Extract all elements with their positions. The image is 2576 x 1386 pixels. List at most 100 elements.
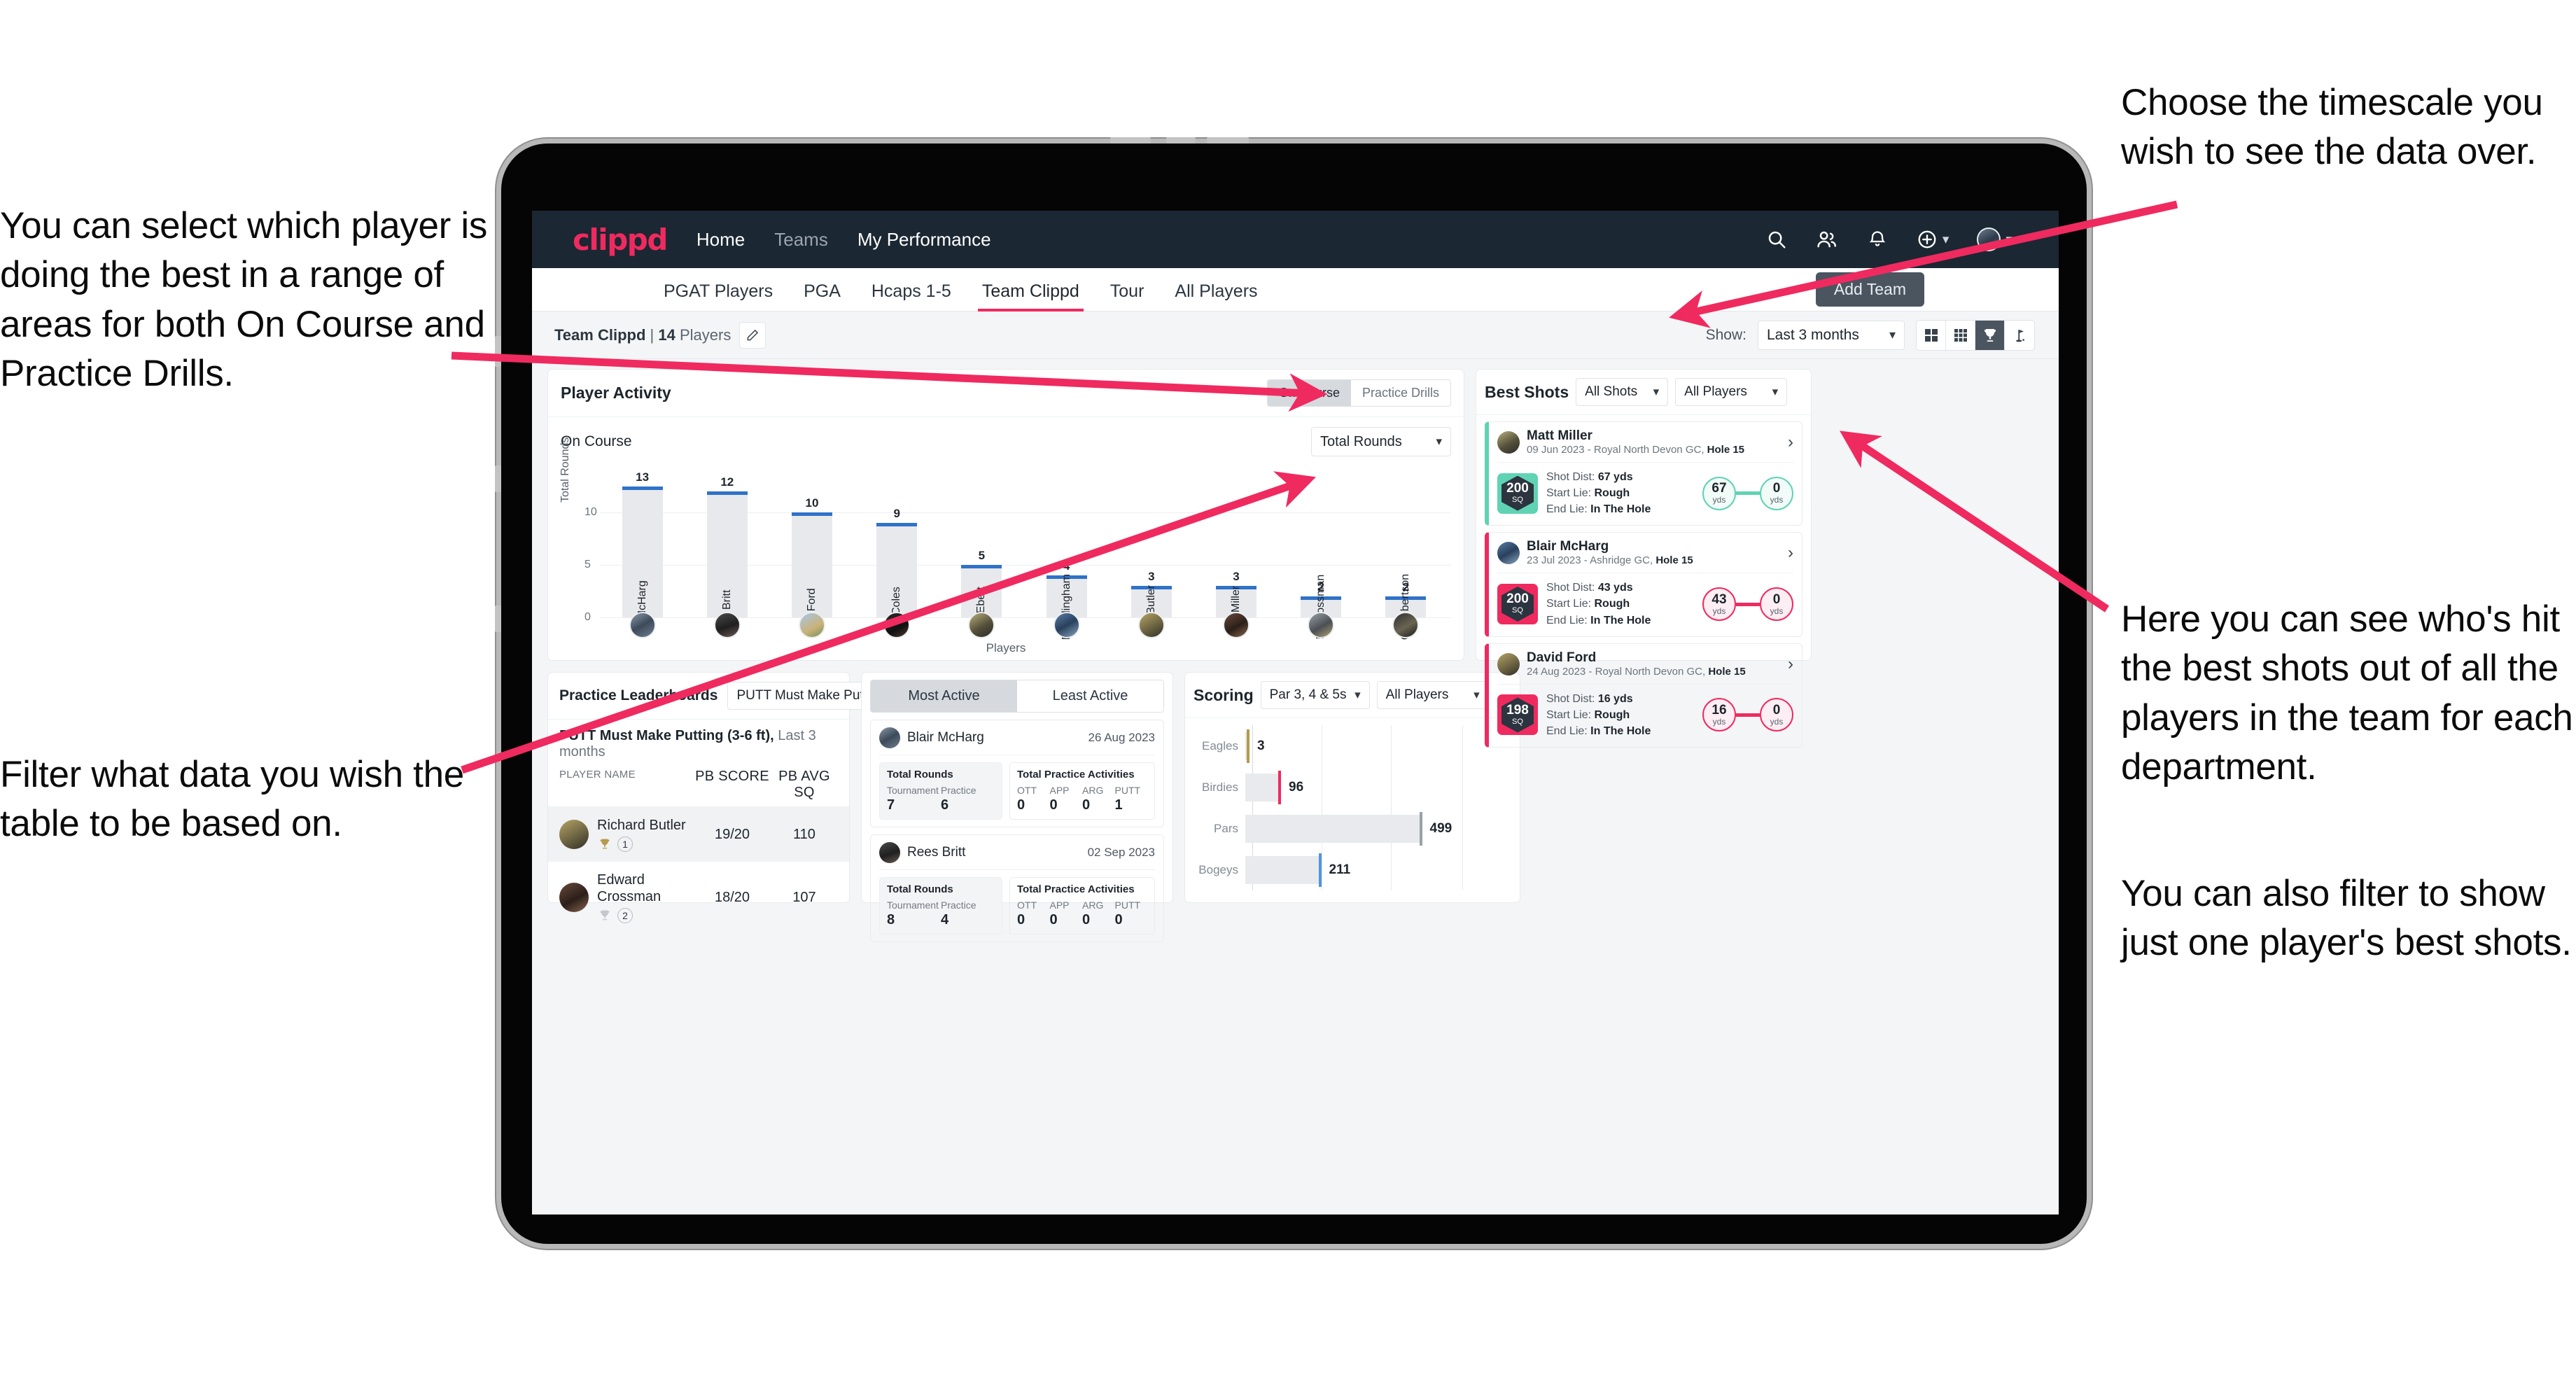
end-lie-line: End Lie: In The Hole <box>1546 723 1651 739</box>
people-icon[interactable] <box>1816 228 1838 251</box>
best-shot-card[interactable]: David Ford 24 Aug 2023 - Royal North Devo… <box>1485 643 1802 748</box>
best-shot-card[interactable]: Blair McHarg 23 Jul 2023 - Ashridge GC, H… <box>1485 532 1802 637</box>
leaderboard-pb-avg-sq: 107 <box>792 889 816 905</box>
best-shots-shot-filter[interactable]: All Shots ▾ <box>1576 378 1669 406</box>
chart-bar-column[interactable]: 3 M. Miller <box>1194 470 1278 628</box>
start-lie-value: Rough <box>1594 598 1630 610</box>
chart-bar-column[interactable]: 10 D. Ford <box>769 470 854 626</box>
metric-select[interactable]: Total Rounds ▾ <box>1311 427 1451 456</box>
avatar[interactable] <box>1308 612 1335 638</box>
add-team-button[interactable]: Add Team <box>1815 272 1924 307</box>
best-shots-player-filter[interactable]: All Players ▾ <box>1675 378 1788 406</box>
chart-bar-column[interactable]: 3 R. Butler <box>1109 470 1194 629</box>
bell-icon[interactable] <box>1866 228 1889 251</box>
view-toggle-grid-2x2[interactable] <box>1917 320 1946 350</box>
best-shot-identity: Blair McHarg 23 Jul 2023 - Ashridge GC, H… <box>1527 539 1693 567</box>
rounds-metric: Tournament 8 <box>887 899 941 928</box>
chart-bar-column[interactable]: 5 E. Ebert <box>939 470 1024 627</box>
total-practice-title: Total Practice Activities <box>1017 769 1135 780</box>
avatar[interactable]: ▾ <box>1977 227 2012 251</box>
avatar[interactable] <box>799 612 825 638</box>
leaderboard-row[interactable]: Richard Butler 1 19/20 110 <box>548 807 849 862</box>
tab-hcaps-1-5[interactable]: Hcaps 1-5 <box>872 281 951 311</box>
scoring-par-filter[interactable]: Par 3, 4 & 5s ▾ <box>1260 681 1370 709</box>
timescale-select[interactable]: Last 3 months ▾ <box>1758 320 1905 350</box>
scoring-player-filter[interactable]: All Players ▾ <box>1376 681 1489 709</box>
leaderboard-rank-number: 1 <box>617 836 633 852</box>
scoring-bar[interactable] <box>1245 729 1250 763</box>
scoring-bar[interactable] <box>1245 811 1422 846</box>
nav-link-teams[interactable]: Teams <box>774 229 828 251</box>
avatar[interactable] <box>968 612 995 638</box>
activity-player-card[interactable]: Blair McHarg 26 Aug 2023 Total Rounds Tourn… <box>870 720 1164 827</box>
view-toggle-grid-3x3[interactable] <box>1946 320 1975 350</box>
avatar[interactable] <box>1392 612 1420 638</box>
avatar[interactable] <box>1223 612 1250 638</box>
clippd-logo[interactable]: clippd <box>573 223 668 257</box>
scoring-bar[interactable] <box>1245 770 1281 804</box>
activity-player-card[interactable]: Rees Britt 02 Sep 2023 Total Rounds Tournam… <box>870 834 1164 942</box>
edit-team-button[interactable] <box>739 321 766 349</box>
avatar[interactable] <box>629 612 656 638</box>
leaderboard-drill-select[interactable]: PUTT Must Make Putting ... ▾ <box>727 682 911 710</box>
end-lie-label: End Lie: <box>1546 614 1591 626</box>
avatar[interactable] <box>1053 612 1080 638</box>
view-toggle-golf-flag[interactable] <box>2005 321 2034 350</box>
device-volume-down <box>495 606 501 632</box>
best-shots-card: Best Shots All Shots ▾ All Players ▾ Mat… <box>1476 369 1812 748</box>
best-shot-card[interactable]: Matt Miller 09 Jun 2023 - Royal North Dev… <box>1485 421 1802 526</box>
chart-bar-column[interactable]: 12 R. Britt <box>685 470 769 624</box>
chart-bar-column[interactable]: 4 D. Billingham <box>1024 470 1109 640</box>
chart-bar[interactable]: R. Britt <box>706 491 748 624</box>
best-shot-hole: Hole 15 <box>1656 554 1693 567</box>
chart-bar[interactable]: J. Coles <box>876 523 918 627</box>
start-lie-line: Start Lie: Rough <box>1546 485 1651 501</box>
segment-on-course[interactable]: On Course <box>1267 380 1351 406</box>
chart-bar[interactable]: E. Ebert <box>961 565 1002 627</box>
chart-bar[interactable]: B. McHarg <box>622 486 663 634</box>
practice-metric-value: 0 <box>1114 912 1123 927</box>
chevron-right-icon[interactable]: › <box>1788 654 1793 674</box>
nav-link-home[interactable]: Home <box>696 229 745 251</box>
chart-bar-column[interactable]: 9 J. Coles <box>855 470 939 627</box>
start-lie-label: Start Lie: <box>1546 708 1595 721</box>
tab-most-active[interactable]: Most Active <box>871 680 1017 712</box>
avatar[interactable] <box>1138 612 1165 638</box>
avatar[interactable] <box>883 612 911 638</box>
golf-flag-icon <box>2016 329 2024 342</box>
plus-circle-icon[interactable]: ▾ <box>1917 228 1949 251</box>
chevron-right-icon[interactable]: › <box>1788 433 1793 452</box>
scoring-row[interactable]: Eagles 3 <box>1191 725 1508 766</box>
tab-team-clippd[interactable]: Team Clippd <box>977 281 1084 312</box>
tablet-device-frame: clippd Home Teams My Performance ▾ ▾ PGA… <box>495 137 2087 1244</box>
avatar[interactable] <box>713 612 741 638</box>
chart-bar[interactable]: D. Ford <box>792 512 832 626</box>
search-icon[interactable] <box>1765 228 1788 251</box>
chart-bar[interactable]: D. Billingham <box>1046 574 1087 640</box>
hexagon-icon: 200 SQ <box>1502 587 1534 622</box>
leaderboard-row[interactable]: Edward Crossman 2 18/20 107 <box>548 862 849 933</box>
players-word: Players <box>679 326 732 344</box>
chevron-down-icon: ▾ <box>1474 688 1480 701</box>
tab-pga[interactable]: PGA <box>804 281 841 311</box>
view-toggle-trophy[interactable] <box>1975 320 2005 350</box>
chevron-down-icon[interactable]: ▾ <box>2005 232 2012 248</box>
tab-pgat-players[interactable]: PGAT Players <box>664 281 773 311</box>
chart-bar-column[interactable]: 2 E. Crossman <box>1279 470 1364 639</box>
tab-tour[interactable]: Tour <box>1110 281 1144 311</box>
end-lie-label: End Lie: <box>1546 503 1591 516</box>
chart-bar-column[interactable]: 13 B. McHarg <box>600 470 685 634</box>
scoring-row[interactable]: Bogeys 211 <box>1191 849 1508 890</box>
nav-link-my-performance[interactable]: My Performance <box>858 229 991 251</box>
scoring-row[interactable]: Birdies 96 <box>1191 766 1508 808</box>
column-pb-score: PB SCORE <box>695 769 769 784</box>
chevron-right-icon[interactable]: › <box>1788 543 1793 563</box>
scoring-bar[interactable] <box>1245 853 1322 887</box>
scoring-row[interactable]: Pars 499 <box>1191 808 1508 849</box>
tab-least-active[interactable]: Least Active <box>1017 680 1163 712</box>
chart-avatar-wrap <box>855 612 939 638</box>
chevron-down-icon[interactable]: ▾ <box>1942 232 1949 248</box>
tab-all-players[interactable]: All Players <box>1175 281 1257 311</box>
segment-practice-drills[interactable]: Practice Drills <box>1350 380 1450 406</box>
chart-bar-column[interactable]: 2 C. Robertson <box>1364 470 1448 640</box>
